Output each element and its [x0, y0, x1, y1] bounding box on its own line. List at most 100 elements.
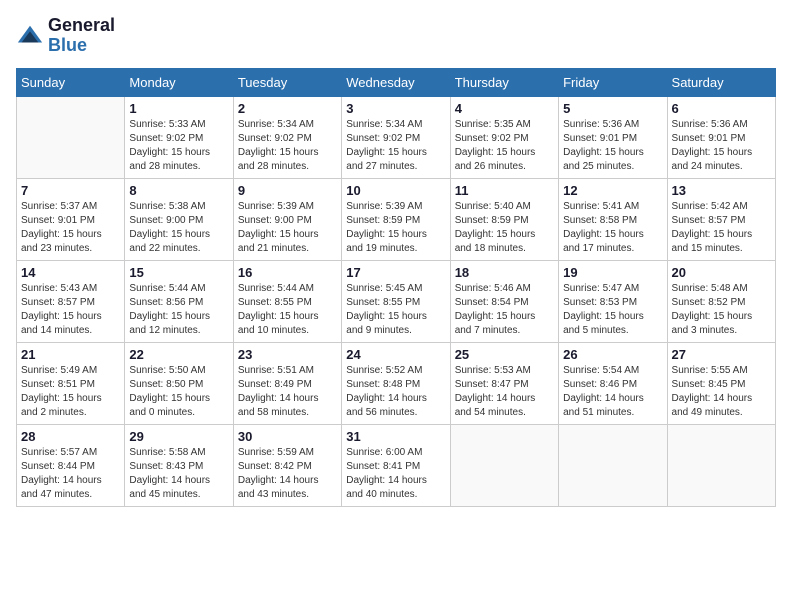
page-header: General Blue [16, 16, 776, 56]
calendar-cell: 7Sunrise: 5:37 AM Sunset: 9:01 PM Daylig… [17, 178, 125, 260]
calendar-cell: 6 Sunrise: 5:36 AM Sunset: 9:01 PM Daylig… [667, 96, 775, 178]
weekday-header-wednesday: Wednesday [342, 68, 450, 96]
day-number: 18 [455, 265, 554, 280]
weekday-header-tuesday: Tuesday [233, 68, 341, 96]
day-number: 16 [238, 265, 337, 280]
calendar-cell: 16 Sunrise: 5:44 AM Sunset: 8:55 PM Dayli… [233, 260, 341, 342]
calendar-cell: 2 Sunrise: 5:34 AM Sunset: 9:02 PM Daylig… [233, 96, 341, 178]
day-number: 6 [672, 101, 771, 116]
day-number: 31 [346, 429, 445, 444]
calendar-cell: 19 Sunrise: 5:47 AM Sunset: 8:53 PM Dayli… [559, 260, 667, 342]
day-number: 21 [21, 347, 120, 362]
day-info: Sunrise: 5:58 AM Sunset: 8:43 PM Dayligh… [129, 446, 228, 502]
calendar-cell [450, 424, 558, 506]
calendar-cell: 23 Sunrise: 5:51 AM Sunset: 8:49 PM Dayli… [233, 342, 341, 424]
calendar-cell: 22 Sunrise: 5:50 AM Sunset: 8:50 PM Dayli… [125, 342, 233, 424]
day-info: Sunrise: 5:36 AM Sunset: 9:01 PM Dayligh… [672, 118, 771, 174]
day-number: 14 [21, 265, 120, 280]
day-info: Sunrise: 5:39 AM Sunset: 8:59 PM Dayligh… [346, 200, 445, 256]
calendar-cell: 15 Sunrise: 5:44 AM Sunset: 8:56 PM Dayli… [125, 260, 233, 342]
calendar-cell [559, 424, 667, 506]
calendar-cell [667, 424, 775, 506]
day-info: Sunrise: 5:49 AM Sunset: 8:51 PM Dayligh… [21, 364, 120, 420]
day-number: 13 [672, 183, 771, 198]
day-number: 10 [346, 183, 445, 198]
logo-icon [16, 22, 44, 50]
day-number: 11 [455, 183, 554, 198]
calendar-cell: 21 Sunrise: 5:49 AM Sunset: 8:51 PM Dayli… [17, 342, 125, 424]
calendar-table: SundayMondayTuesdayWednesdayThursdayFrid… [16, 68, 776, 507]
logo-text: General Blue [48, 16, 115, 56]
weekday-header-saturday: Saturday [667, 68, 775, 96]
calendar-cell: 13 Sunrise: 5:42 AM Sunset: 8:57 PM Dayli… [667, 178, 775, 260]
day-info: Sunrise: 5:39 AM Sunset: 9:00 PM Dayligh… [238, 200, 337, 256]
day-number: 25 [455, 347, 554, 362]
day-number: 2 [238, 101, 337, 116]
day-info: Sunrise: 5:34 AM Sunset: 9:02 PM Dayligh… [238, 118, 337, 174]
day-info: Sunrise: 5:50 AM Sunset: 8:50 PM Dayligh… [129, 364, 228, 420]
calendar-cell: 14 Sunrise: 5:43 AM Sunset: 8:57 PM Dayli… [17, 260, 125, 342]
calendar-cell: 9 Sunrise: 5:39 AM Sunset: 9:00 PM Daylig… [233, 178, 341, 260]
day-number: 20 [672, 265, 771, 280]
calendar-cell: 1Sunrise: 5:33 AM Sunset: 9:02 PM Daylig… [125, 96, 233, 178]
calendar-cell: 17 Sunrise: 5:45 AM Sunset: 8:55 PM Dayli… [342, 260, 450, 342]
day-number: 26 [563, 347, 662, 362]
day-number: 12 [563, 183, 662, 198]
day-number: 3 [346, 101, 445, 116]
calendar-cell: 26 Sunrise: 5:54 AM Sunset: 8:46 PM Dayli… [559, 342, 667, 424]
day-info: Sunrise: 5:35 AM Sunset: 9:02 PM Dayligh… [455, 118, 554, 174]
day-info: Sunrise: 5:48 AM Sunset: 8:52 PM Dayligh… [672, 282, 771, 338]
day-number: 17 [346, 265, 445, 280]
day-number: 28 [21, 429, 120, 444]
day-number: 22 [129, 347, 228, 362]
weekday-header-monday: Monday [125, 68, 233, 96]
day-info: Sunrise: 5:51 AM Sunset: 8:49 PM Dayligh… [238, 364, 337, 420]
calendar-cell: 12 Sunrise: 5:41 AM Sunset: 8:58 PM Dayli… [559, 178, 667, 260]
calendar-cell: 3 Sunrise: 5:34 AM Sunset: 9:02 PM Daylig… [342, 96, 450, 178]
day-info: Sunrise: 6:00 AM Sunset: 8:41 PM Dayligh… [346, 446, 445, 502]
calendar-cell: 5Sunrise: 5:36 AM Sunset: 9:01 PM Daylig… [559, 96, 667, 178]
calendar-cell: 27 Sunrise: 5:55 AM Sunset: 8:45 PM Dayli… [667, 342, 775, 424]
day-info: Sunrise: 5:33 AM Sunset: 9:02 PM Dayligh… [129, 118, 228, 174]
day-info: Sunrise: 5:55 AM Sunset: 8:45 PM Dayligh… [672, 364, 771, 420]
day-number: 27 [672, 347, 771, 362]
day-info: Sunrise: 5:34 AM Sunset: 9:02 PM Dayligh… [346, 118, 445, 174]
weekday-header-friday: Friday [559, 68, 667, 96]
day-number: 4 [455, 101, 554, 116]
day-number: 23 [238, 347, 337, 362]
calendar-cell: 4 Sunrise: 5:35 AM Sunset: 9:02 PM Daylig… [450, 96, 558, 178]
day-info: Sunrise: 5:57 AM Sunset: 8:44 PM Dayligh… [21, 446, 120, 502]
day-info: Sunrise: 5:52 AM Sunset: 8:48 PM Dayligh… [346, 364, 445, 420]
day-number: 8 [129, 183, 228, 198]
day-number: 29 [129, 429, 228, 444]
calendar-cell: 29 Sunrise: 5:58 AM Sunset: 8:43 PM Dayli… [125, 424, 233, 506]
logo: General Blue [16, 16, 115, 56]
day-number: 15 [129, 265, 228, 280]
day-number: 9 [238, 183, 337, 198]
day-info: Sunrise: 5:40 AM Sunset: 8:59 PM Dayligh… [455, 200, 554, 256]
day-number: 30 [238, 429, 337, 444]
day-info: Sunrise: 5:44 AM Sunset: 8:56 PM Dayligh… [129, 282, 228, 338]
calendar-cell: 18Sunrise: 5:46 AM Sunset: 8:54 PM Dayli… [450, 260, 558, 342]
day-info: Sunrise: 5:54 AM Sunset: 8:46 PM Dayligh… [563, 364, 662, 420]
calendar-cell: 10 Sunrise: 5:39 AM Sunset: 8:59 PM Dayli… [342, 178, 450, 260]
calendar-cell: 24 Sunrise: 5:52 AM Sunset: 8:48 PM Dayli… [342, 342, 450, 424]
day-info: Sunrise: 5:44 AM Sunset: 8:55 PM Dayligh… [238, 282, 337, 338]
day-info: Sunrise: 5:41 AM Sunset: 8:58 PM Dayligh… [563, 200, 662, 256]
day-info: Sunrise: 5:47 AM Sunset: 8:53 PM Dayligh… [563, 282, 662, 338]
day-info: Sunrise: 5:42 AM Sunset: 8:57 PM Dayligh… [672, 200, 771, 256]
day-info: Sunrise: 5:59 AM Sunset: 8:42 PM Dayligh… [238, 446, 337, 502]
day-number: 19 [563, 265, 662, 280]
calendar-cell [17, 96, 125, 178]
day-number: 7 [21, 183, 120, 198]
day-info: Sunrise: 5:43 AM Sunset: 8:57 PM Dayligh… [21, 282, 120, 338]
calendar-cell: 31 Sunrise: 6:00 AM Sunset: 8:41 PM Dayli… [342, 424, 450, 506]
weekday-header-thursday: Thursday [450, 68, 558, 96]
weekday-header-sunday: Sunday [17, 68, 125, 96]
day-info: Sunrise: 5:45 AM Sunset: 8:55 PM Dayligh… [346, 282, 445, 338]
calendar-cell: 11 Sunrise: 5:40 AM Sunset: 8:59 PM Dayli… [450, 178, 558, 260]
day-number: 5 [563, 101, 662, 116]
day-info: Sunrise: 5:38 AM Sunset: 9:00 PM Dayligh… [129, 200, 228, 256]
calendar-cell: 8 Sunrise: 5:38 AM Sunset: 9:00 PM Daylig… [125, 178, 233, 260]
day-number: 24 [346, 347, 445, 362]
